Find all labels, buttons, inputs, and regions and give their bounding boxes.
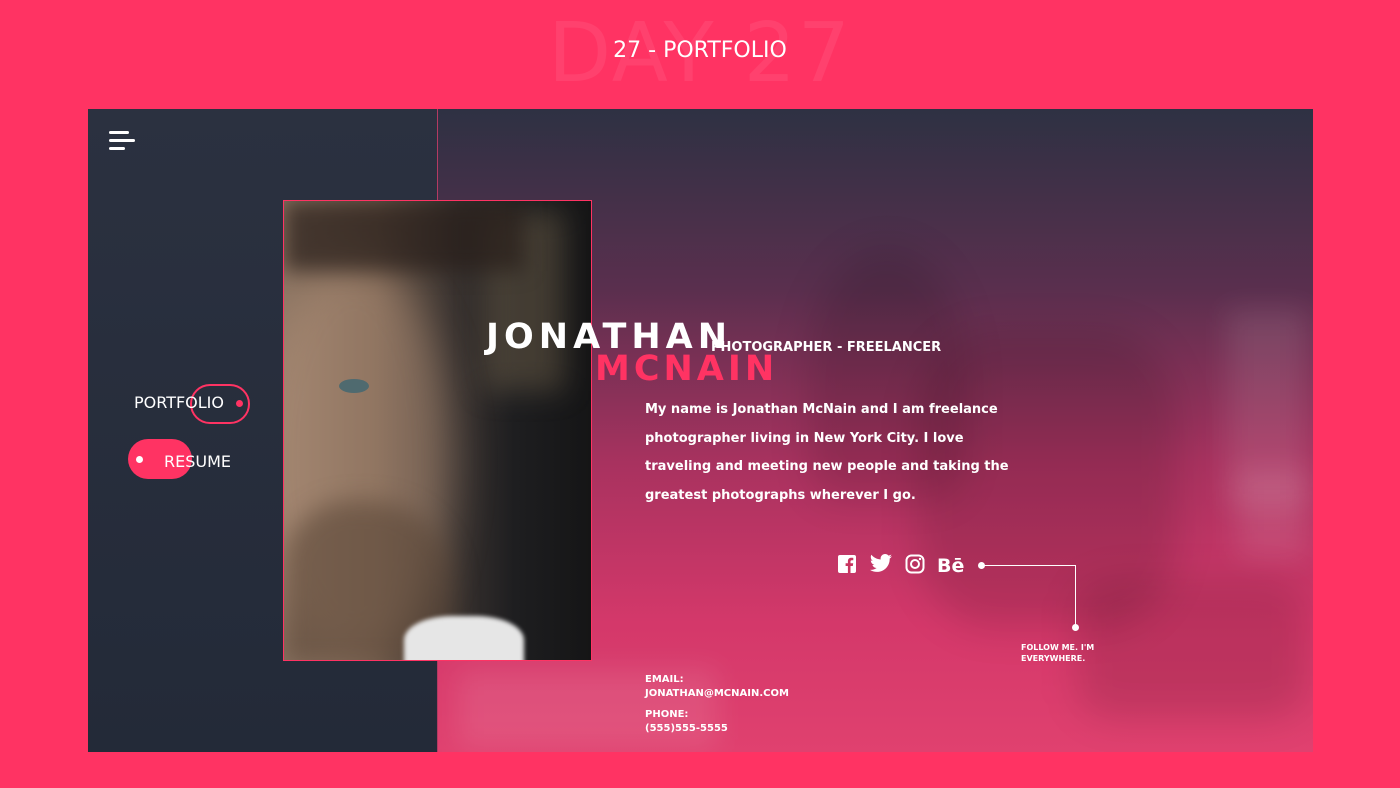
instagram-icon[interactable]: [905, 554, 927, 576]
hamburger-menu-icon[interactable]: [109, 131, 135, 151]
profession-subtitle: PHOTOGRAPHER - FREELANCER: [711, 340, 942, 355]
bio-text: My name is Jonathan McNain and I am free…: [645, 402, 1009, 504]
behance-icon[interactable]: Bē: [937, 554, 969, 577]
connector-line-vertical: [1075, 565, 1076, 627]
nav-label-resume: RESUME: [164, 452, 232, 471]
follow-note: FOLLOW ME. I'M EVERYWHERE.: [1021, 643, 1095, 663]
page-title: 27 - PORTFOLIO: [613, 38, 787, 63]
nav-item-resume[interactable]: RESUME: [128, 438, 258, 482]
portfolio-dot: [236, 400, 243, 407]
twitter-icon[interactable]: [869, 554, 892, 576]
nav-label-portfolio: PORTFOLIO: [134, 393, 224, 412]
nav-item-portfolio[interactable]: PORTFOLIO: [128, 382, 258, 426]
email-label: EMAIL:: [645, 674, 684, 685]
phone-value[interactable]: (555)555-5555: [645, 723, 728, 734]
profile-photo: [283, 200, 592, 661]
facebook-icon[interactable]: [837, 554, 859, 576]
connector-line-horizontal: [984, 565, 1076, 566]
email-value[interactable]: JONATHAN@MCNAIN.COM: [645, 688, 789, 699]
resume-dot: [136, 456, 143, 463]
phone-label: PHONE:: [645, 709, 689, 720]
portfolio-frame: PORTFOLIO RESUME JONATHAN MCNAIN PHOTOGR…: [88, 109, 1313, 752]
eye-detail: [339, 379, 369, 393]
svg-text:Bē: Bē: [937, 555, 964, 574]
last-name: MCNAIN: [595, 349, 779, 389]
connector-dot-end: [1072, 624, 1079, 631]
